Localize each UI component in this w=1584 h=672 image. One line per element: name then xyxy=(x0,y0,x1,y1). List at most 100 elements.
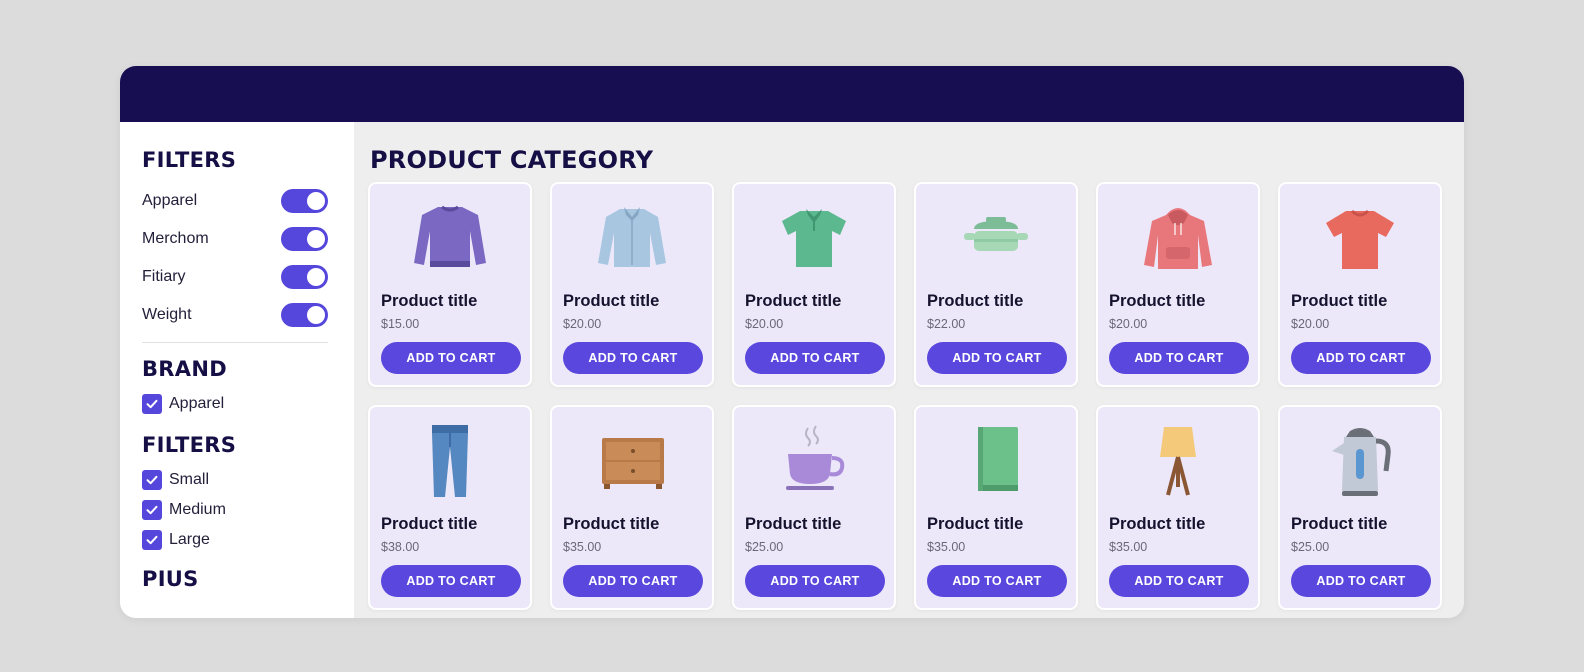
product-image xyxy=(916,198,1076,278)
product-card[interactable]: Product title $22.00 ADD TO CART xyxy=(914,182,1078,387)
product-image xyxy=(1280,421,1440,501)
add-to-cart-button[interactable]: ADD TO CART xyxy=(563,342,703,374)
toggle-knob xyxy=(307,192,325,210)
checkbox-checked[interactable] xyxy=(142,500,162,520)
product-price: $15.00 xyxy=(381,317,420,331)
dresser-icon xyxy=(602,438,664,489)
product-price: $20.00 xyxy=(1291,317,1330,331)
product-card[interactable]: Product title $35.00 ADD TO CART xyxy=(1096,405,1260,610)
product-image xyxy=(370,198,530,278)
size-checkbox-row[interactable]: Large xyxy=(142,525,328,555)
product-price: $20.00 xyxy=(1109,317,1148,331)
product-title: Product title xyxy=(927,292,1024,310)
size-options: Small Medium Large xyxy=(142,465,328,555)
toggle-switch[interactable] xyxy=(281,227,328,251)
product-price: $20.00 xyxy=(563,317,602,331)
product-image xyxy=(1098,198,1258,278)
product-card[interactable]: Product title $15.00 ADD TO CART xyxy=(368,182,532,387)
product-image xyxy=(734,198,894,278)
product-area: PRODUCT CATEGORY Product title $15.00 AD… xyxy=(354,122,1464,618)
book-icon xyxy=(978,427,1018,491)
checkbox-label: Apparel xyxy=(169,395,225,412)
toggle-switch[interactable] xyxy=(281,265,328,289)
product-image xyxy=(734,421,894,501)
checkbox-checked[interactable] xyxy=(142,470,162,490)
top-header-bar xyxy=(120,66,1464,122)
app-window: FILTERS Apparel Merchom Fitiary Weight B… xyxy=(120,66,1464,618)
size-filters-heading: FILTERS xyxy=(142,433,237,457)
brand-options: Apparel xyxy=(142,389,328,419)
checkbox-checked[interactable] xyxy=(142,530,162,550)
page-title: PRODUCT CATEGORY xyxy=(370,146,654,174)
checkmark-icon xyxy=(146,399,158,409)
product-grid: Product title $15.00 ADD TO CART Product… xyxy=(368,182,1442,610)
add-to-cart-button[interactable]: ADD TO CART xyxy=(745,565,885,597)
add-to-cart-button[interactable]: ADD TO CART xyxy=(745,342,885,374)
product-title: Product title xyxy=(745,515,842,533)
coffee-cup-icon xyxy=(786,425,845,490)
product-image xyxy=(916,421,1076,501)
add-to-cart-button[interactable]: ADD TO CART xyxy=(927,342,1067,374)
product-price: $35.00 xyxy=(1109,540,1148,554)
filter-sidebar: FILTERS Apparel Merchom Fitiary Weight B… xyxy=(120,122,354,618)
add-to-cart-button[interactable]: ADD TO CART xyxy=(1109,342,1249,374)
product-image xyxy=(1280,198,1440,278)
toggle-list: Apparel Merchom Fitiary Weight xyxy=(142,182,328,334)
add-to-cart-button[interactable]: ADD TO CART xyxy=(1291,342,1431,374)
product-card[interactable]: Product title $20.00 ADD TO CART xyxy=(1096,182,1260,387)
hoodie-icon xyxy=(1144,208,1212,269)
toggle-label: Weight xyxy=(142,306,192,323)
add-to-cart-button[interactable]: ADD TO CART xyxy=(1291,565,1431,597)
product-title: Product title xyxy=(745,292,842,310)
product-card[interactable]: Product title $20.00 ADD TO CART xyxy=(732,182,896,387)
product-title: Product title xyxy=(563,515,660,533)
filters-heading: FILTERS xyxy=(142,148,237,172)
add-to-cart-button[interactable]: ADD TO CART xyxy=(563,565,703,597)
product-image xyxy=(552,421,712,501)
polo-shirt-icon xyxy=(782,209,846,267)
product-card[interactable]: Product title $35.00 ADD TO CART xyxy=(550,405,714,610)
toggle-switch[interactable] xyxy=(281,303,328,327)
product-price: $20.00 xyxy=(745,317,784,331)
filter-toggle-row: Fitiary xyxy=(142,258,328,296)
product-card[interactable]: Product title $25.00 ADD TO CART xyxy=(1278,405,1442,610)
product-title: Product title xyxy=(1291,292,1388,310)
checkbox-label: Medium xyxy=(169,501,226,518)
product-card[interactable]: Product title $20.00 ADD TO CART xyxy=(550,182,714,387)
toggle-knob xyxy=(307,230,325,248)
jeans-icon xyxy=(432,425,468,497)
product-image xyxy=(1098,421,1258,501)
product-image xyxy=(370,421,530,501)
divider xyxy=(142,342,328,343)
checkmark-icon xyxy=(146,505,158,515)
add-to-cart-button[interactable]: ADD TO CART xyxy=(1109,565,1249,597)
product-card[interactable]: Product title $38.00 ADD TO CART xyxy=(368,405,532,610)
add-to-cart-button[interactable]: ADD TO CART xyxy=(927,565,1067,597)
checkbox-checked[interactable] xyxy=(142,394,162,414)
toggle-knob xyxy=(307,306,325,324)
checkmark-icon xyxy=(146,535,158,545)
product-card[interactable]: Product title $25.00 ADD TO CART xyxy=(732,405,896,610)
product-card[interactable]: Product title $35.00 ADD TO CART xyxy=(914,405,1078,610)
size-checkbox-row[interactable]: Small xyxy=(142,465,328,495)
product-card[interactable]: Product title $20.00 ADD TO CART xyxy=(1278,182,1442,387)
product-title: Product title xyxy=(563,292,660,310)
cooking-pot-icon xyxy=(964,217,1028,251)
add-to-cart-button[interactable]: ADD TO CART xyxy=(381,565,521,597)
checkbox-label: Small xyxy=(169,471,210,488)
sweater-icon xyxy=(414,205,486,267)
add-to-cart-button[interactable]: ADD TO CART xyxy=(381,342,521,374)
product-price: $38.00 xyxy=(381,540,420,554)
pills-heading: PIUS xyxy=(142,567,199,591)
toggle-switch[interactable] xyxy=(281,189,328,213)
product-title: Product title xyxy=(381,292,478,310)
tshirt-icon xyxy=(1326,209,1394,269)
product-price: $35.00 xyxy=(927,540,966,554)
toggle-label: Apparel xyxy=(142,192,198,209)
product-price: $25.00 xyxy=(1291,540,1330,554)
brand-checkbox-row[interactable]: Apparel xyxy=(142,389,328,419)
checkmark-icon xyxy=(146,475,158,485)
toggle-label: Fitiary xyxy=(142,268,186,285)
filter-toggle-row: Merchom xyxy=(142,220,328,258)
size-checkbox-row[interactable]: Medium xyxy=(142,495,328,525)
